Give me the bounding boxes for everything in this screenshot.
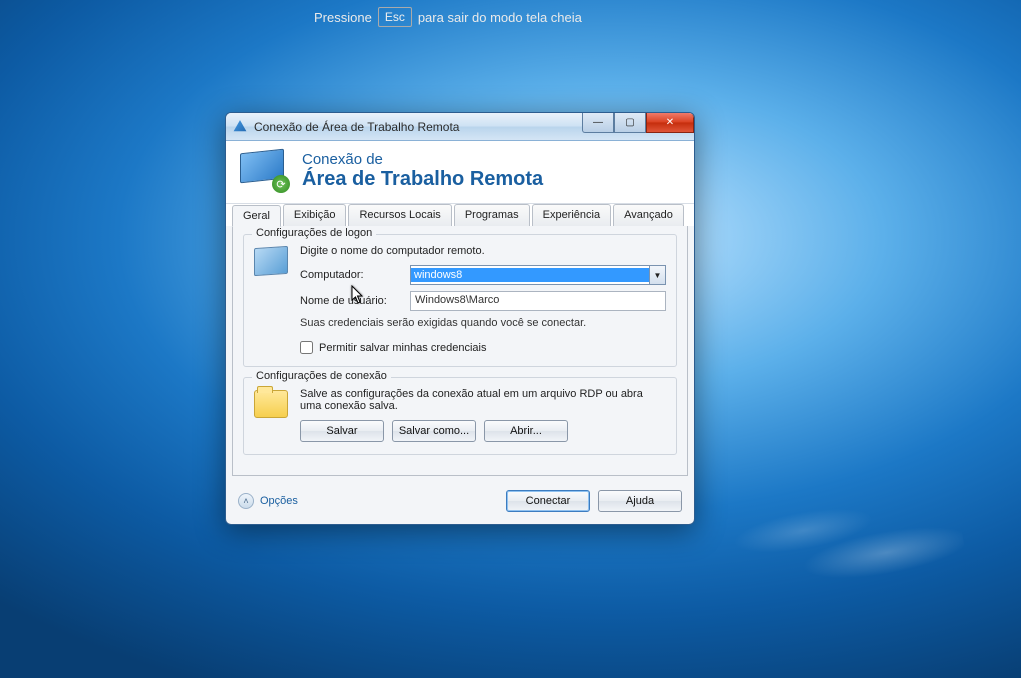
computer-value[interactable]: windows8 xyxy=(411,268,649,282)
allow-save-credentials-label: Permitir salvar minhas credenciais xyxy=(319,342,487,354)
save-button[interactable]: Salvar xyxy=(300,420,384,442)
tab-experiencia[interactable]: Experiência xyxy=(532,204,611,226)
refresh-arrows-icon: ⟳ xyxy=(272,175,290,193)
close-button[interactable]: ✕ xyxy=(646,113,694,133)
remote-desktop-icon xyxy=(232,119,248,135)
connect-button[interactable]: Conectar xyxy=(506,490,590,512)
banner-line1: Conexão de xyxy=(302,151,543,168)
credentials-note: Suas credenciais serão exigidas quando v… xyxy=(300,317,666,329)
connection-instruction: Salve as configurações da conexão atual … xyxy=(300,388,666,412)
fullscreen-exit-notice: Pressione Esc para sair do modo tela che… xyxy=(300,0,596,34)
wallpaper-leaf-decor xyxy=(693,456,970,619)
allow-save-credentials-checkbox[interactable] xyxy=(300,341,313,354)
minimize-button[interactable]: — xyxy=(582,113,614,133)
fullscreen-notice-text-after: para sair do modo tela cheia xyxy=(418,10,582,25)
banner: ⟳ Conexão de Área de Trabalho Remota xyxy=(226,141,694,204)
window-titlebar[interactable]: Conexão de Área de Trabalho Remota — ▢ ✕ xyxy=(226,113,694,141)
group-logon: Configurações de logon Digite o nome do … xyxy=(243,234,677,367)
group-connection-legend: Configurações de conexão xyxy=(252,370,391,382)
banner-computer-icon: ⟳ xyxy=(240,151,288,191)
window-title: Conexão de Área de Trabalho Remota xyxy=(254,120,459,134)
tab-exibicao[interactable]: Exibição xyxy=(283,204,347,226)
remote-desktop-window: Conexão de Área de Trabalho Remota — ▢ ✕… xyxy=(225,112,695,525)
group-connection: Configurações de conexão Salve as config… xyxy=(243,377,677,455)
tab-programas[interactable]: Programas xyxy=(454,204,530,226)
computer-label: Computador: xyxy=(300,269,400,281)
banner-line2: Área de Trabalho Remota xyxy=(302,168,543,191)
maximize-button[interactable]: ▢ xyxy=(614,113,646,133)
folder-icon xyxy=(254,390,288,418)
window-controls: — ▢ ✕ xyxy=(582,113,694,133)
help-button[interactable]: Ajuda xyxy=(598,490,682,512)
save-as-button[interactable]: Salvar como... xyxy=(392,420,476,442)
tab-recursos-locais[interactable]: Recursos Locais xyxy=(348,204,451,226)
chevron-down-icon[interactable]: ▼ xyxy=(649,266,665,284)
username-label: Nome de usuário: xyxy=(300,295,400,307)
tab-geral[interactable]: Geral xyxy=(232,205,281,227)
username-display: Windows8\Marco xyxy=(410,291,666,311)
esc-key-hint: Esc xyxy=(378,7,412,27)
chevron-up-icon: ˄ xyxy=(238,493,254,509)
group-logon-legend: Configurações de logon xyxy=(252,227,376,239)
open-button[interactable]: Abrir... xyxy=(484,420,568,442)
tab-avancado[interactable]: Avançado xyxy=(613,204,684,226)
computer-combobox[interactable]: windows8 ▼ xyxy=(410,265,666,285)
logon-instruction: Digite o nome do computador remoto. xyxy=(300,245,666,257)
fullscreen-notice-text-before: Pressione xyxy=(314,10,372,25)
tab-strip: Geral Exibição Recursos Locais Programas… xyxy=(226,204,694,226)
options-label: Opções xyxy=(260,495,298,507)
options-toggle[interactable]: ˄ Opções xyxy=(238,493,298,509)
computer-mini-icon xyxy=(254,246,288,276)
dialog-footer: ˄ Opções Conectar Ajuda xyxy=(226,482,694,524)
tab-body-geral: Configurações de logon Digite o nome do … xyxy=(232,226,688,476)
close-icon: ✕ xyxy=(666,117,674,128)
